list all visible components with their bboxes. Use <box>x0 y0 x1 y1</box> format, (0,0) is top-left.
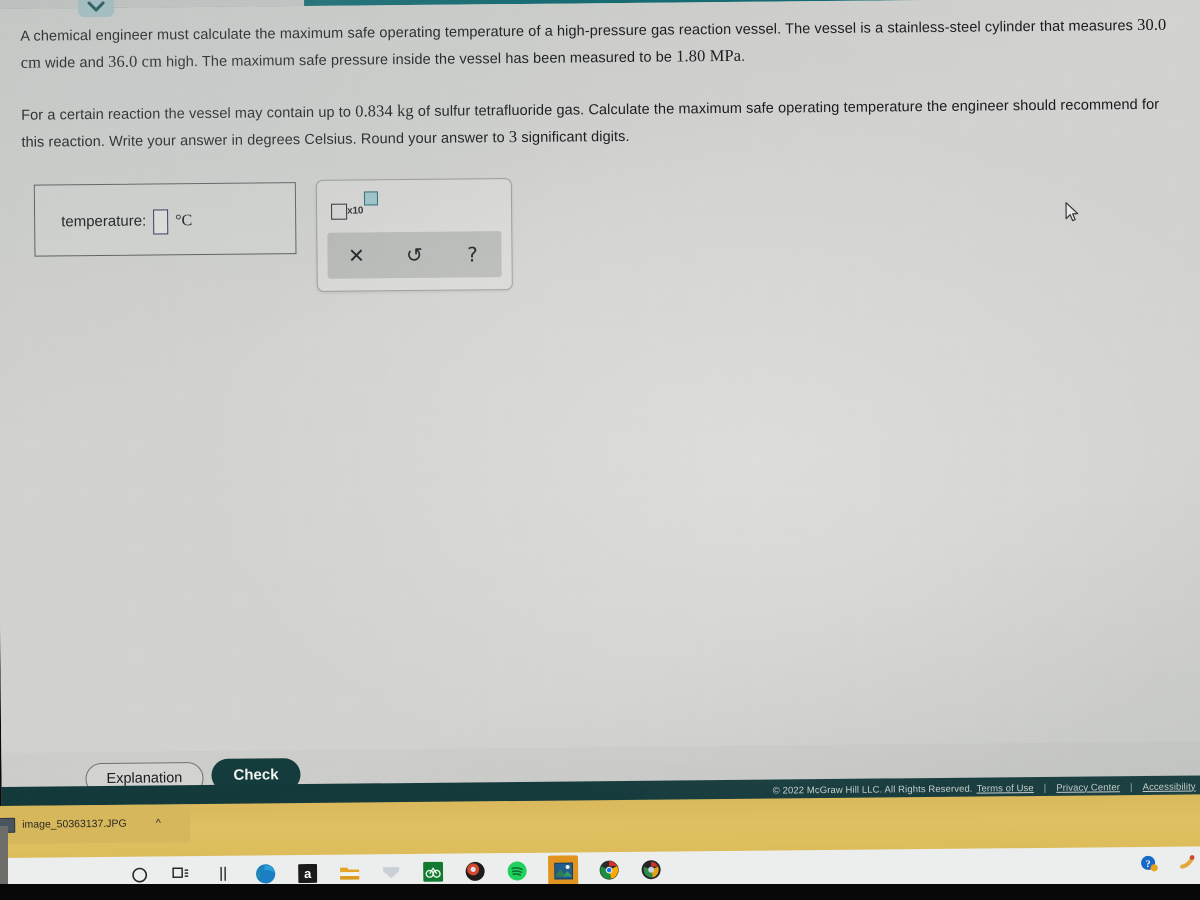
photo-glyph <box>553 862 573 880</box>
chrome-glyph <box>599 860 619 880</box>
footer-separator-2: | <box>1129 781 1133 793</box>
copyright-text: © 2022 McGraw Hill LLC. All Rights Reser… <box>772 783 973 797</box>
monitor-screen: A chemical engineer must calculate the m… <box>0 0 1200 834</box>
clear-button[interactable]: ✕ <box>327 243 385 267</box>
accessibility-link[interactable]: Accessibility <box>1143 781 1196 793</box>
math-tool-palette: x10 ✕ ↺ ? <box>315 178 513 292</box>
widgets-glyph <box>220 866 226 881</box>
file-explorer-icon[interactable] <box>338 861 360 883</box>
svg-text:?: ? <box>1146 859 1151 870</box>
search-circle-glyph <box>131 867 147 883</box>
undo-button[interactable]: ↺ <box>385 243 443 267</box>
faded-app-glyph <box>383 867 400 879</box>
edge-browser-icon[interactable] <box>254 862 276 884</box>
downloaded-file-name[interactable]: image_50363137.JPG <box>22 818 127 831</box>
answer-unit: °C <box>175 211 193 229</box>
chevron-down-icon <box>87 0 105 12</box>
messenger-glyph: ? <box>1141 855 1158 872</box>
notification-tray-icon[interactable] <box>1176 852 1198 874</box>
palette-button-row: ✕ ↺ ? <box>327 231 502 279</box>
green-app-glyph <box>423 861 444 882</box>
chevron-up-icon[interactable]: ^ <box>156 817 161 829</box>
problem-statement: A chemical engineer must calculate the m… <box>20 12 1171 181</box>
mantissa-box-icon <box>331 203 348 220</box>
answer-entry-box[interactable]: temperature: °C <box>33 182 297 257</box>
system-tray: ? <box>1138 852 1198 875</box>
p1-text-d: . <box>741 48 746 65</box>
problem-paragraph-1: A chemical engineer must calculate the m… <box>20 12 1170 77</box>
cursor-arrow-icon <box>1065 202 1079 222</box>
p1-text-c: high. The maximum safe pressure inside t… <box>161 49 677 71</box>
faded-app-icon[interactable] <box>380 861 402 883</box>
chrome-alt-glyph <box>641 860 661 880</box>
amazon-glyph: a <box>297 863 317 883</box>
widgets-icon[interactable] <box>212 863 234 885</box>
mouse-pointer <box>1064 202 1080 229</box>
svg-text:a: a <box>303 865 311 880</box>
photo-of-screen: A chemical engineer must calculate the m… <box>0 0 1200 900</box>
p2-text-a: For a certain reaction the vessel may co… <box>21 104 356 124</box>
chrome-icon[interactable] <box>598 859 620 881</box>
answer-row: temperature: °C <box>61 208 193 235</box>
spotify-icon[interactable] <box>506 860 528 882</box>
messenger-tray-icon[interactable]: ? <box>1138 853 1160 875</box>
collapse-problem-button[interactable] <box>77 0 115 18</box>
answer-label: temperature: <box>61 212 147 231</box>
p1-text-a: A chemical engineer must calculate the m… <box>20 18 1138 45</box>
search-icon[interactable] <box>128 864 150 886</box>
download-bar: image_50363137.JPG ^ <box>0 804 191 844</box>
chrome-dark-glyph <box>465 861 485 881</box>
terms-of-use-link[interactable]: Terms of Use <box>977 783 1034 795</box>
temperature-input[interactable] <box>153 209 169 235</box>
problem-page: A chemical engineer must calculate the m… <box>0 0 1200 769</box>
chrome-alt-icon[interactable] <box>640 859 662 881</box>
amazon-icon[interactable]: a <box>296 862 318 884</box>
edge-glyph <box>255 863 275 883</box>
x10-label: x10 <box>347 205 364 217</box>
help-button[interactable]: ? <box>443 242 501 266</box>
task-view-icon[interactable] <box>170 863 192 885</box>
value-pressure: 1.80 MPa <box>676 45 742 66</box>
scientific-notation-button[interactable]: x10 <box>331 191 381 221</box>
folder-glyph <box>339 867 359 880</box>
value-height: 36.0 cm <box>108 51 163 71</box>
footer-separator-1: | <box>1043 782 1047 794</box>
monitor-bezel-bottom <box>0 884 1200 900</box>
p1-text-b: wide and <box>40 54 109 72</box>
photos-icon[interactable] <box>548 855 579 886</box>
task-view-glyph <box>172 867 189 879</box>
spotify-glyph <box>507 861 527 881</box>
p2-text-c: significant digits. <box>517 128 630 146</box>
notification-glyph <box>1180 855 1195 869</box>
chrome-dark-icon[interactable] <box>464 860 486 882</box>
green-app-icon[interactable] <box>422 861 444 883</box>
privacy-center-link[interactable]: Privacy Center <box>1056 782 1120 794</box>
exponent-box-icon <box>363 191 379 206</box>
value-mass: 0.834 kg <box>355 100 414 121</box>
value-sig-digits: 3 <box>508 126 518 147</box>
problem-paragraph-2: For a certain reaction the vessel may co… <box>21 91 1171 156</box>
